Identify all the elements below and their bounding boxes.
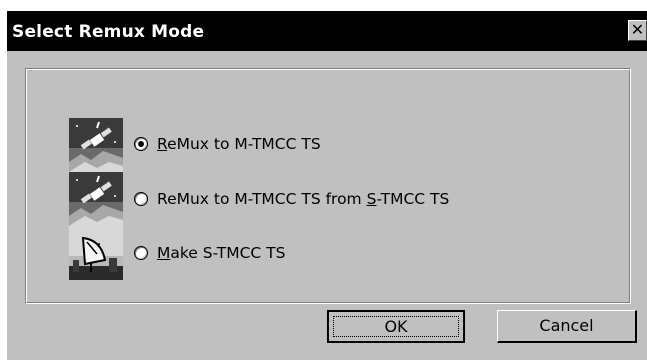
option-label-make-s-tmcc[interactable]: Make S-TMCC TS xyxy=(157,244,286,262)
ok-button[interactable]: OK xyxy=(327,310,465,343)
radio-make-s-tmcc[interactable] xyxy=(134,246,148,260)
cancel-button[interactable]: Cancel xyxy=(497,310,637,343)
option-label-remux-from-s-tmcc[interactable]: ReMux to M-TMCC TS from S-TMCC TS xyxy=(157,190,449,208)
radio-remux-from-s-tmcc[interactable] xyxy=(134,192,148,206)
remux-mode-dialog: Select Remux Mode ✕ ReMux to M-TMCC TS R… xyxy=(7,11,647,360)
satellite-icon xyxy=(69,118,123,172)
title-bar[interactable]: Select Remux Mode ✕ xyxy=(7,11,647,51)
mode-group-box: ReMux to M-TMCC TS ReMux to M-TMCC TS fr… xyxy=(25,68,631,304)
satellite-icon xyxy=(69,172,123,226)
dialog-title: Select Remux Mode xyxy=(12,22,205,42)
cancel-button-label: Cancel xyxy=(539,316,594,335)
dish-antenna-icon xyxy=(69,226,123,280)
radio-remux-m-tmcc[interactable] xyxy=(134,137,148,151)
close-button[interactable]: ✕ xyxy=(628,20,647,41)
close-icon: ✕ xyxy=(630,20,645,39)
option-label-remux-m-tmcc[interactable]: ReMux to M-TMCC TS xyxy=(157,135,321,153)
